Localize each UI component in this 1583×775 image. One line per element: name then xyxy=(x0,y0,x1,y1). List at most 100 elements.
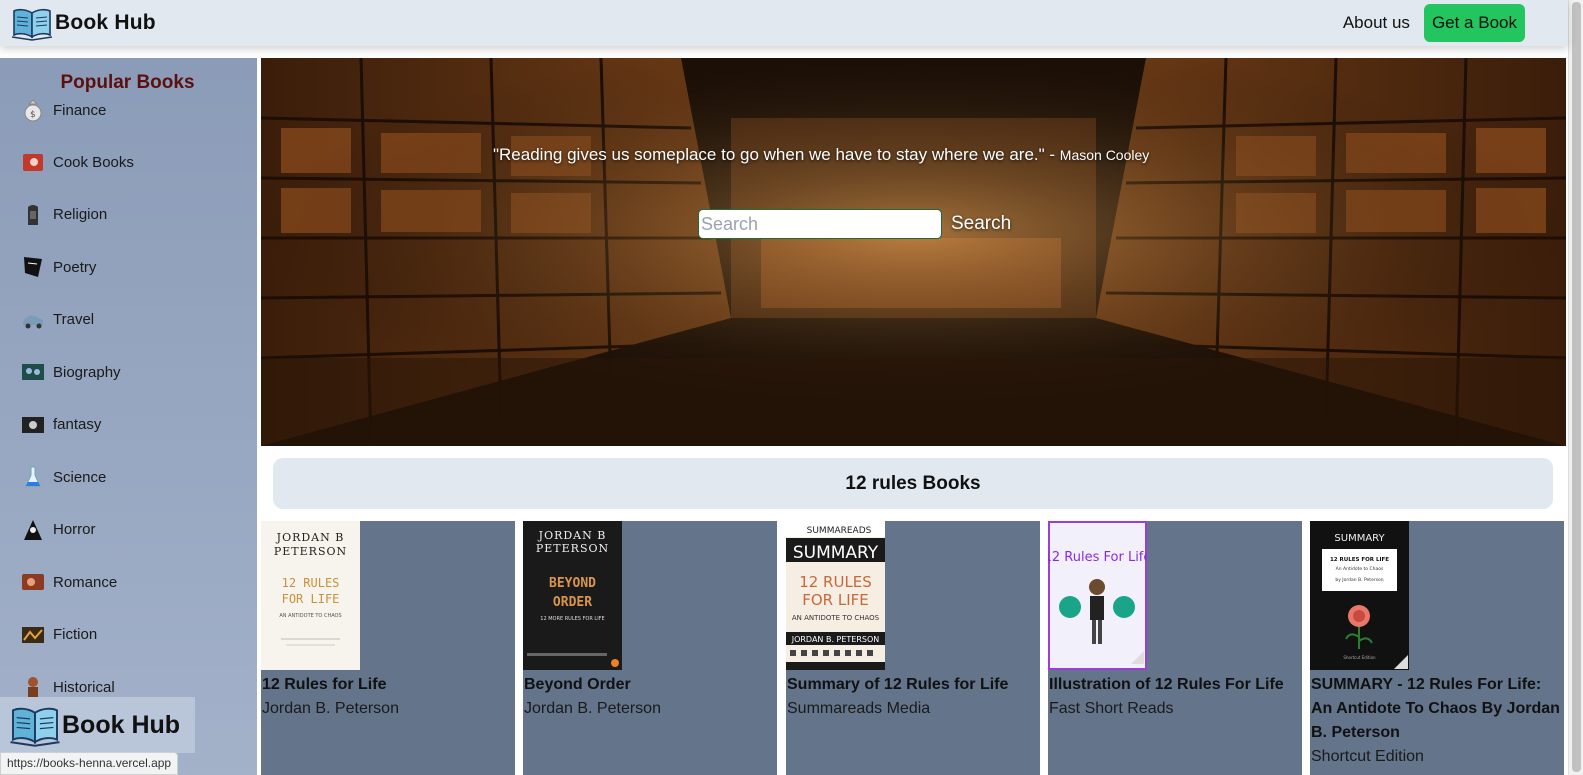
book-title: 12 Rules for Life xyxy=(262,676,387,693)
cover-text: JORDAN B xyxy=(538,529,607,542)
cover-text: JORDAN B xyxy=(276,531,345,544)
cover-text: Shortcut Edition xyxy=(1343,655,1376,660)
book-card[interactable]: SUMMAREADS SUMMARY 12 RULES FOR LIFE AN … xyxy=(786,521,1040,775)
search-button[interactable]: Search xyxy=(951,213,1011,235)
svg-text:$: $ xyxy=(30,110,36,120)
link-status-url: https://books-henna.vercel.app xyxy=(0,752,179,775)
book-author: Summareads Media xyxy=(787,700,931,717)
sidebar-item-label: Finance xyxy=(53,101,107,119)
cover-text: AN ANTIDOTE TO CHAOS xyxy=(279,613,341,619)
cover-text: FOR LIFE xyxy=(282,592,340,606)
book-cover-image: SUMMARY 12 RULES FOR LIFE An Antidote to… xyxy=(1310,521,1409,670)
science-flask-icon xyxy=(20,464,46,490)
sidebar-item-romance[interactable]: Romance xyxy=(0,556,257,609)
sidebar-item-horror[interactable]: Horror xyxy=(0,504,257,557)
sidebar-item-label: Romance xyxy=(53,573,118,591)
book-card[interactable]: JORDAN B PETERSON 12 RULES FOR LIFE AN A… xyxy=(261,521,515,775)
book-author: Jordan B. Peterson xyxy=(262,700,399,717)
library-background-image xyxy=(261,58,1566,446)
brand[interactable]: Book Hub xyxy=(12,5,156,41)
search-bar: Search xyxy=(698,209,1011,239)
sidebar-item-poetry[interactable]: Poetry xyxy=(0,241,257,294)
cover-text: SUMMARY xyxy=(1334,533,1385,544)
book-title: Summary of 12 Rules for Life xyxy=(787,676,1009,693)
cover-text: 12 RULES xyxy=(799,573,872,591)
sidebar-item-travel[interactable]: Travel xyxy=(0,294,257,347)
results-header: 12 rules Books xyxy=(273,458,1553,509)
book-title: Beyond Order xyxy=(524,676,631,693)
cover-text: FOR LIFE xyxy=(802,591,869,609)
book-title: Illustration of 12 Rules For Life xyxy=(1049,676,1284,693)
search-input[interactable] xyxy=(698,209,942,239)
open-book-logo-icon xyxy=(12,8,52,41)
vertical-scrollbar[interactable] xyxy=(1568,0,1583,775)
book-cover-image: SUMMAREADS SUMMARY 12 RULES FOR LIFE AN … xyxy=(786,521,885,670)
book-cover-image: JORDAN B PETERSON BEYOND ORDER 12 MORE R… xyxy=(523,521,622,670)
book-grid: JORDAN B PETERSON 12 RULES FOR LIFE AN A… xyxy=(261,521,1566,775)
sidebar-item-label: Biography xyxy=(53,363,121,381)
sidebar-item-fiction[interactable]: Fiction xyxy=(0,609,257,662)
sidebar-item-label: Religion xyxy=(53,206,108,224)
sidebar-item-finance[interactable]: $ Finance xyxy=(0,84,257,136)
sidebar-item-fantasy[interactable]: fantasy xyxy=(0,399,257,452)
money-bag-icon: $ xyxy=(20,97,46,123)
sidebar-item-biography[interactable]: Biography xyxy=(0,346,257,399)
cover-text: ORDER xyxy=(553,595,592,610)
poetry-icon xyxy=(20,254,46,280)
book-card[interactable]: SUMMARY 12 RULES FOR LIFE An Antidote to… xyxy=(1310,521,1564,775)
scrollbar-thumb[interactable] xyxy=(1572,2,1581,772)
cover-text: 12 Rules For Life xyxy=(1048,550,1147,565)
book-card[interactable]: JORDAN B PETERSON BEYOND ORDER 12 MORE R… xyxy=(523,521,777,775)
quote-text: "Reading gives us someplace to go when w… xyxy=(493,145,1056,164)
category-list: $ Finance Cook Books Religion Poetry Tra… xyxy=(0,84,257,714)
sidebar-item-label: fantasy xyxy=(53,416,102,434)
quote-author: Mason Cooley xyxy=(1059,147,1150,163)
cover-text: by Jordan B. Peterson xyxy=(1335,577,1383,583)
fiction-icon xyxy=(20,622,46,648)
sidebar-item-label: Horror xyxy=(53,521,96,539)
cover-text: 12 RULES FOR LIFE xyxy=(1330,557,1389,563)
horror-icon xyxy=(20,517,46,543)
open-book-logo-icon xyxy=(10,707,60,747)
religion-icon xyxy=(20,202,46,228)
cover-text: SUMMARY xyxy=(793,543,879,563)
cover-text: 12 RULES xyxy=(282,576,340,590)
results-title: 12 rules Books xyxy=(845,472,981,494)
cover-text: JORDAN B. PETERSON xyxy=(791,635,880,644)
sidebar-item-label: Fiction xyxy=(53,626,98,644)
travel-icon xyxy=(20,307,46,333)
hero-banner: "Reading gives us someplace to go when w… xyxy=(261,58,1566,446)
sidebar: Popular Books $ Finance Cook Books Relig… xyxy=(0,58,257,775)
book-cover-image: JORDAN B PETERSON 12 RULES FOR LIFE AN A… xyxy=(261,521,360,670)
romance-icon xyxy=(20,569,46,595)
cookbook-icon xyxy=(20,149,46,175)
book-author: Shortcut Edition xyxy=(1311,748,1424,765)
get-a-book-button[interactable]: Get a Book xyxy=(1423,4,1525,42)
sidebar-item-science[interactable]: Science xyxy=(0,451,257,504)
brand-name: Book Hub xyxy=(55,11,156,34)
book-card[interactable]: 12 Rules For Life Illustration of 12 Rul… xyxy=(1048,521,1302,775)
book-author: Jordan B. Peterson xyxy=(524,700,661,717)
book-author: Fast Short Reads xyxy=(1049,700,1174,717)
sidebar-item-label: Science xyxy=(53,468,107,486)
hero-quote: "Reading gives us someplace to go when w… xyxy=(493,145,1149,165)
floating-brand-name: Book Hub xyxy=(62,710,181,739)
sidebar-item-cook-books[interactable]: Cook Books xyxy=(0,136,257,189)
fantasy-icon xyxy=(20,412,46,438)
sidebar-item-religion[interactable]: Religion xyxy=(0,189,257,242)
cover-text: AN ANTIDOTE TO CHAOS xyxy=(792,614,880,622)
cover-text: SUMMAREADS xyxy=(807,526,872,536)
cover-text: PETERSON xyxy=(274,545,347,558)
cover-text: An Antidote to Chaos xyxy=(1336,566,1384,572)
cover-text: PETERSON xyxy=(536,542,609,555)
sidebar-item-label: Poetry xyxy=(53,258,97,276)
book-cover-image: 12 Rules For Life xyxy=(1048,521,1147,670)
cover-text: BEYOND xyxy=(549,576,596,591)
about-us-link[interactable]: About us xyxy=(1343,13,1410,33)
top-navbar: Book Hub About us Get a Book xyxy=(0,0,1568,46)
floating-brand[interactable]: Book Hub xyxy=(0,697,195,753)
sidebar-item-label: Historical xyxy=(53,678,115,696)
sidebar-item-label: Cook Books xyxy=(53,153,134,171)
cover-text: 12 MORE RULES FOR LIFE xyxy=(540,616,604,622)
book-title: SUMMARY - 12 Rules For Life: An Antidote… xyxy=(1311,676,1560,741)
